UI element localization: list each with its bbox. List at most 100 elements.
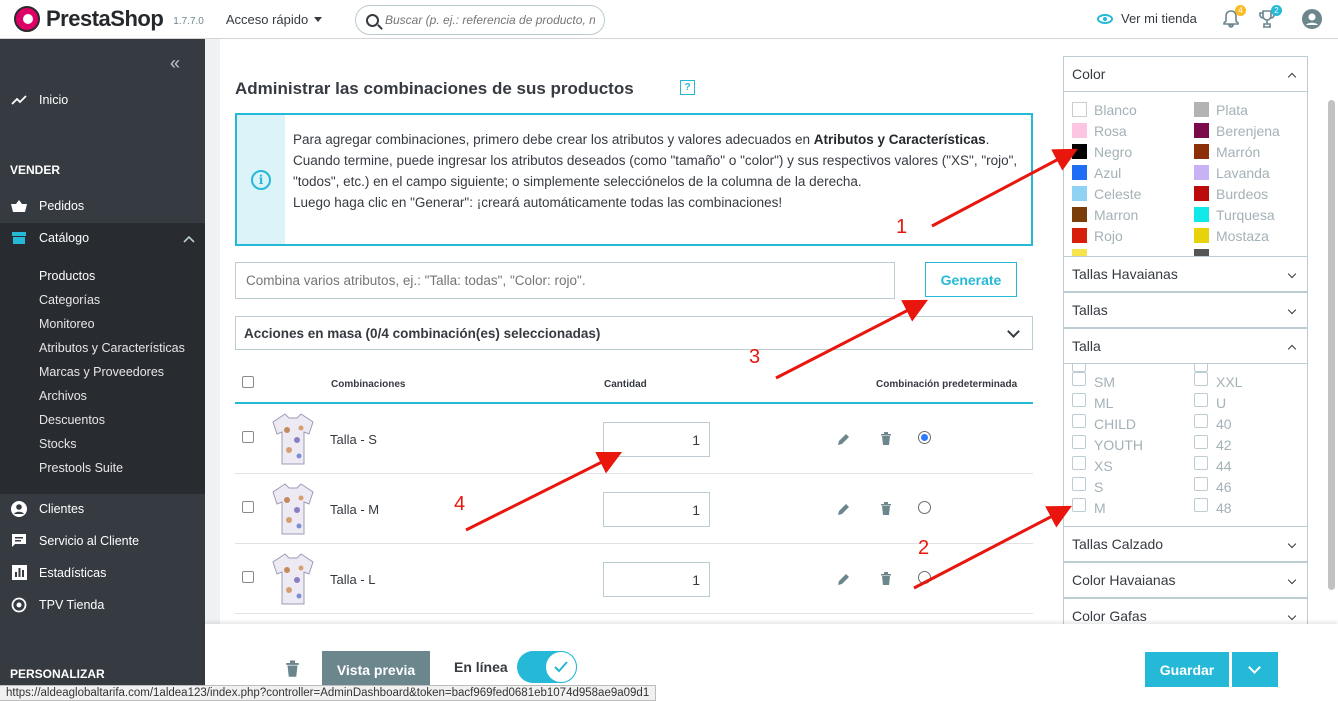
default-combination-radio[interactable] <box>918 571 931 584</box>
accordion-title: Tallas <box>1072 302 1108 318</box>
accordion-tallas-havaianas[interactable]: Tallas Havaianas <box>1063 256 1308 292</box>
talla-checkbox[interactable] <box>1072 372 1086 386</box>
color-label: Rojo <box>1094 228 1123 244</box>
swatch-azul[interactable] <box>1072 165 1087 180</box>
swatch-plata[interactable] <box>1194 102 1209 117</box>
swatch-marron-2[interactable] <box>1194 144 1209 159</box>
default-combination-radio[interactable] <box>918 431 931 444</box>
talla-checkbox[interactable] <box>1072 414 1086 428</box>
save-options-dropdown[interactable] <box>1232 652 1278 687</box>
accordion-talla[interactable]: Talla <box>1063 328 1308 364</box>
trash-icon[interactable] <box>880 571 892 585</box>
sidebar-item-stats[interactable]: Estadísticas <box>10 565 106 580</box>
accordion-tallas[interactable]: Tallas <box>1063 292 1308 328</box>
online-toggle[interactable] <box>517 651 577 683</box>
row-checkbox[interactable] <box>242 501 254 513</box>
talla-checkbox[interactable] <box>1194 393 1208 407</box>
talla-label: 48 <box>1216 500 1232 516</box>
combine-attributes-input[interactable] <box>235 262 895 299</box>
sidebar-sub-stocks[interactable]: Stocks <box>39 437 77 451</box>
sidebar-item-home[interactable]: Inicio <box>10 93 68 107</box>
quantity-input[interactable] <box>603 492 710 527</box>
table-row: Talla - L <box>235 544 1033 614</box>
swatch-negro[interactable] <box>1072 144 1087 159</box>
select-all-checkbox[interactable] <box>242 376 254 388</box>
shirt-thumbnail <box>272 413 314 465</box>
notifications-button[interactable]: 4 <box>1222 5 1246 32</box>
accordion-color[interactable]: Color <box>1063 56 1308 92</box>
swatch-rojo[interactable] <box>1072 228 1087 243</box>
sidebar-item-customers[interactable]: Clientes <box>10 501 84 517</box>
row-checkbox[interactable] <box>242 571 254 583</box>
achievements-button[interactable]: 2 <box>1258 5 1282 32</box>
table-row: Talla - S <box>235 404 1033 474</box>
swatch-berenjena[interactable] <box>1194 123 1209 138</box>
save-button[interactable]: Guardar <box>1145 652 1229 687</box>
search-input[interactable] <box>385 13 595 27</box>
sidebar-sub-files[interactable]: Archivos <box>39 389 87 403</box>
quantity-input[interactable] <box>603 422 710 457</box>
page-scrollbar[interactable] <box>1328 100 1335 590</box>
bulk-actions-dropdown[interactable]: Acciones en masa (0/4 combinación(es) se… <box>235 316 1033 350</box>
talla-checkbox[interactable] <box>1194 477 1208 491</box>
sidebar-sub-prestools[interactable]: Prestools Suite <box>39 461 123 475</box>
accordion-tallas-calzado[interactable]: Tallas Calzado <box>1063 526 1308 562</box>
sidebar-item-orders[interactable]: Pedidos <box>10 199 84 213</box>
swatch-burdeos[interactable] <box>1194 186 1209 201</box>
collapse-sidebar-icon[interactable]: « <box>170 53 180 74</box>
sidebar-sub-categories[interactable]: Categorías <box>39 293 100 307</box>
pencil-icon[interactable] <box>837 432 851 446</box>
search-box[interactable] <box>355 5 605 35</box>
view-store-link[interactable]: Ver mi tienda <box>1097 11 1197 26</box>
default-combination-radio[interactable] <box>918 501 931 514</box>
talla-checkbox[interactable] <box>1072 456 1086 470</box>
talla-checkbox[interactable] <box>1072 498 1086 512</box>
talla-checkbox[interactable] <box>1194 498 1208 512</box>
logo[interactable]: PrestaShop 1.7.7.0 <box>14 6 204 32</box>
swatch-rosa[interactable] <box>1072 123 1087 138</box>
row-checkbox[interactable] <box>242 431 254 443</box>
swatch-turquesa[interactable] <box>1194 207 1209 222</box>
sidebar-item-customer-service[interactable]: Servicio al Cliente <box>10 533 139 549</box>
talla-checkbox[interactable] <box>1194 435 1208 449</box>
accordion-color-havaianas[interactable]: Color Havaianas <box>1063 562 1308 598</box>
talla-checkbox[interactable] <box>1194 414 1208 428</box>
talla-values: SM ML CHILD YOUTH XS S M XXL U 40 42 44 … <box>1063 364 1308 526</box>
attributes-link[interactable]: Atributos y Características <box>814 132 986 147</box>
trash-icon[interactable] <box>880 501 892 515</box>
accordion-color-gafas[interactable]: Color Gafas <box>1063 598 1308 624</box>
talla-checkbox[interactable] <box>1072 477 1086 491</box>
talla-checkbox[interactable] <box>1072 435 1086 449</box>
annotation-number: 3 <box>749 346 761 368</box>
eye-icon <box>1097 13 1113 24</box>
talla-checkbox[interactable] <box>1194 456 1208 470</box>
sidebar-sub-monitoring[interactable]: Monitoreo <box>39 317 95 331</box>
swatch-lavanda[interactable] <box>1194 165 1209 180</box>
swatch-mostaza[interactable] <box>1194 228 1209 243</box>
quick-access-menu[interactable]: Acceso rápido <box>226 12 323 27</box>
sidebar-sub-discounts[interactable]: Descuentos <box>39 413 105 427</box>
generate-button[interactable]: Generate <box>925 262 1017 297</box>
sidebar-item-catalog[interactable]: Catálogo <box>10 231 89 245</box>
help-icon[interactable]: ? <box>680 80 695 95</box>
accordion-title: Tallas Calzado <box>1072 536 1164 552</box>
talla-checkbox[interactable] <box>1072 393 1086 407</box>
toggle-knob <box>545 651 577 683</box>
pencil-icon[interactable] <box>837 502 851 516</box>
swatch-celeste[interactable] <box>1072 186 1087 201</box>
preview-button[interactable]: Vista previa <box>322 651 430 688</box>
pencil-icon[interactable] <box>837 572 851 586</box>
sidebar-item-pos[interactable]: TPV Tienda <box>10 597 104 613</box>
sidebar-sub-brands[interactable]: Marcas y Proveedores <box>39 365 164 379</box>
sidebar-sub-products[interactable]: Productos <box>39 269 95 283</box>
account-button[interactable] <box>1302 9 1322 32</box>
delete-product-trash-icon[interactable] <box>285 659 300 677</box>
swatch-blanco[interactable] <box>1072 102 1087 117</box>
chevron-down-icon <box>1007 325 1020 338</box>
sidebar-sub-attributes[interactable]: Atributos y Características <box>39 341 185 355</box>
quantity-input[interactable] <box>603 562 710 597</box>
trash-icon[interactable] <box>880 431 892 445</box>
swatch-marron[interactable] <box>1072 207 1087 222</box>
talla-checkbox[interactable] <box>1194 372 1208 386</box>
search-icon[interactable] <box>366 13 379 27</box>
